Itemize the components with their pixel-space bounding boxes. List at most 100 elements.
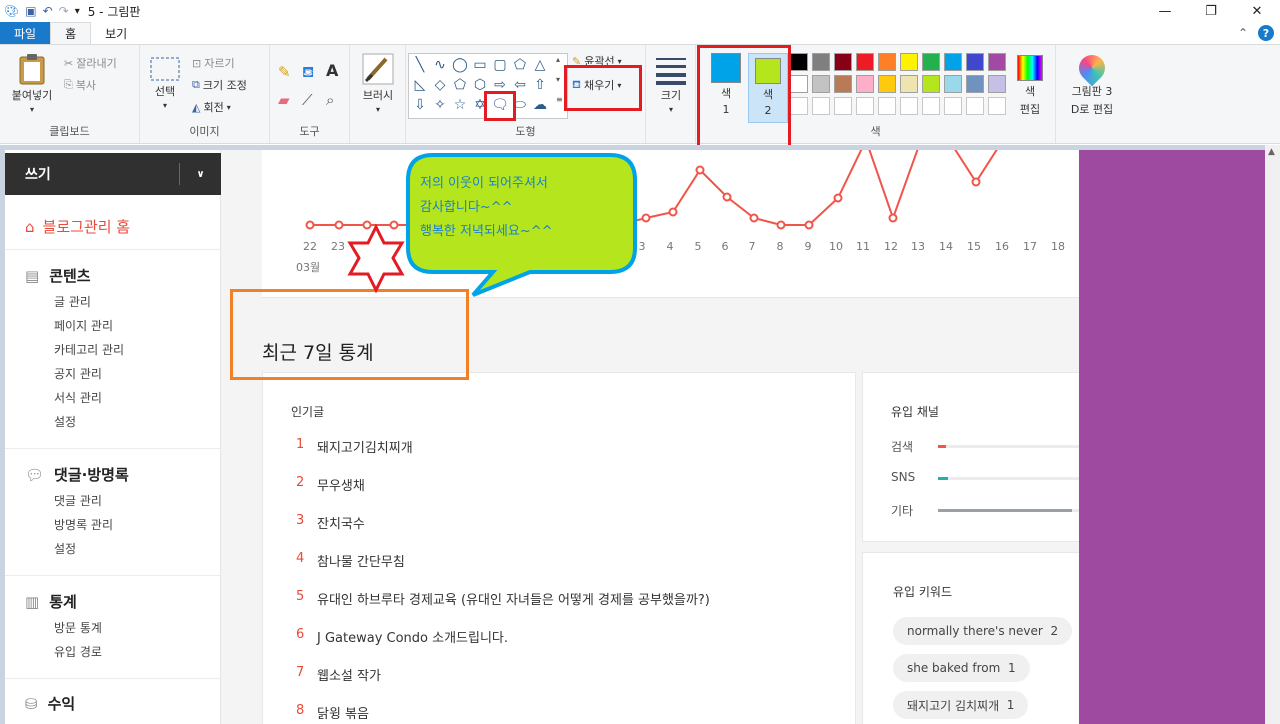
color1-label-line2: 1 [722,103,730,116]
color-picker-icon[interactable]: ⟋ [302,91,313,109]
palette-swatch[interactable] [966,75,984,93]
custom-color-slot[interactable] [834,97,852,115]
curve-shape-icon[interactable]: ∿ [430,55,450,75]
fill-button[interactable]: ⛾ 채우기 ▾ [572,77,621,93]
palette-swatch[interactable] [988,53,1006,71]
oval-shape-icon[interactable]: ◯ [450,55,470,75]
polygon-shape-icon[interactable]: ⬠ [510,55,530,75]
rect-callout-shape-icon[interactable]: 🗨︎ [490,95,510,115]
down-arrow-shape-icon[interactable]: ⇩ [410,95,430,115]
rotate-icon: ◭ [192,100,201,114]
callout-line: 감사합니다~^^ [420,200,513,215]
tab-home[interactable]: 홈 [50,22,92,44]
palette-swatch[interactable] [922,75,940,93]
minimize-button[interactable]: — [1142,0,1188,22]
left-arrow-shape-icon[interactable]: ⇦ [510,75,530,95]
five-point-star-shape-icon[interactable]: ☆ [450,95,470,115]
magnifier-icon[interactable]: ⌕ [326,91,334,109]
rotate-button[interactable]: ◭ 회전 ▾ [192,99,231,115]
pentagon-shape-icon[interactable]: ⬠ [450,75,470,95]
rounded-rectangle-shape-icon[interactable]: ▢ [490,55,510,75]
color1-button[interactable]: 색 1 [706,53,746,116]
right-arrow-shape-icon[interactable]: ⇨ [490,75,510,95]
palette-swatch[interactable] [878,75,896,93]
diamond-shape-icon[interactable]: ◇ [430,75,450,95]
collapse-ribbon-icon[interactable]: ⌃ [1238,26,1248,40]
crop-button[interactable]: ⊡ 자르기 [192,55,235,71]
select-button[interactable]: 선택 ▾ [148,57,182,110]
palette-swatch[interactable] [944,75,962,93]
palette-swatch[interactable] [812,53,830,71]
save-icon[interactable]: ▣ [25,4,36,18]
custom-color-slot[interactable] [944,97,962,115]
close-button[interactable]: ✕ [1234,0,1280,22]
palette-swatch[interactable] [856,75,874,93]
custom-color-slot[interactable] [878,97,896,115]
paint-app-icon: 🎨︎ [4,4,20,18]
palette-swatch[interactable] [922,53,940,71]
text-tool-icon[interactable]: A [326,61,338,80]
clipboard-icon [19,54,45,85]
custom-color-slot[interactable] [812,97,830,115]
shapes-scroll-up-icon[interactable]: ▴ [556,55,560,64]
edit-with-paint3d-button[interactable]: 그림판 3 D로 편집 [1062,49,1122,117]
palette-swatch[interactable] [812,75,830,93]
custom-color-slot[interactable] [966,97,984,115]
six-point-star-shape-icon[interactable]: ✡ [470,95,490,115]
paste-button[interactable]: 붙여넣기 ▾ [8,53,56,114]
shapes-more-icon[interactable]: ≡ [556,95,563,104]
palette-swatch[interactable] [790,53,808,71]
cloud-callout-shape-icon[interactable]: ☁︎ [530,95,550,115]
triangle-shape-icon[interactable]: △ [530,55,550,75]
color2-button[interactable]: 색 2 [748,53,788,123]
vertical-scrollbar[interactable]: ▲ [1265,145,1280,724]
four-point-star-shape-icon[interactable]: ✧ [430,95,450,115]
oval-callout-shape-icon[interactable]: ⬭ [510,95,530,115]
palette-swatch[interactable] [900,75,918,93]
palette-swatch[interactable] [878,53,896,71]
redo-icon[interactable]: ↷ [59,4,69,18]
help-icon[interactable]: ? [1258,25,1274,41]
size-button[interactable]: 크기 ▾ [654,55,688,114]
scroll-up-icon[interactable]: ▲ [1268,147,1275,157]
custom-color-slot[interactable] [790,97,808,115]
customize-qa-icon[interactable]: ▾ [75,6,80,17]
brushes-button[interactable]: 브러시 ▾ [358,53,398,114]
rectangle-shape-icon[interactable]: ▭ [470,55,490,75]
crop-label: 자르기 [204,57,235,70]
drawing-canvas[interactable]: 쓰기 ∨ ⌂ 블로그관리 홈 ▤ 콘텐츠 글 관리 페이지 관리 카테고리 관리 … [5,150,1265,724]
palette-swatch[interactable] [834,53,852,71]
resize-button[interactable]: ⧉ 크기 조정 [192,77,247,93]
custom-color-slot[interactable] [900,97,918,115]
shapes-scroll-down-icon[interactable]: ▾ [556,75,560,84]
edit-colors-button[interactable]: 색 편집 [1010,55,1050,117]
tab-view[interactable]: 보기 [91,22,141,44]
palette-swatch[interactable] [900,53,918,71]
palette-swatch[interactable] [834,75,852,93]
palette-swatch[interactable] [988,75,1006,93]
hexagon-shape-icon[interactable]: ⬡ [470,75,490,95]
palette-swatch[interactable] [944,53,962,71]
palette-swatch[interactable] [856,53,874,71]
eraser-icon[interactable]: ▰ [278,91,290,109]
copy-button[interactable]: ⎘ 복사 [64,77,96,93]
pencil-icon[interactable]: ✎ [278,63,291,81]
palette-swatch[interactable] [790,75,808,93]
custom-color-slot[interactable] [922,97,940,115]
cut-button[interactable]: ✂ 잘라내기 [64,55,117,71]
tab-file[interactable]: 파일 [0,22,51,44]
line-shape-icon[interactable]: ╲ [410,55,430,75]
up-arrow-shape-icon[interactable]: ⇧ [530,75,550,95]
ribbon: 붙여넣기 ▾ ✂ 잘라내기 ⎘ 복사 클립보드 선택 ▾ ⊡ 자르기 ⧉ 크기 조정 ◭… [0,44,1280,149]
color2-label-line2: 2 [764,104,772,117]
palette-swatch[interactable] [966,53,984,71]
custom-color-slot[interactable] [988,97,1006,115]
outline-button[interactable]: ✎ 윤곽선 ▾ [572,53,622,69]
fill-icon: ⛾ [572,77,581,91]
right-triangle-shape-icon[interactable]: ◺ [410,75,430,95]
undo-icon[interactable]: ↶ [43,4,53,18]
fill-bucket-icon[interactable]: ⛾ [302,63,314,83]
maximize-button[interactable]: ❐ [1188,0,1234,22]
outline-label: 윤곽선 [584,55,615,68]
custom-color-slot[interactable] [856,97,874,115]
